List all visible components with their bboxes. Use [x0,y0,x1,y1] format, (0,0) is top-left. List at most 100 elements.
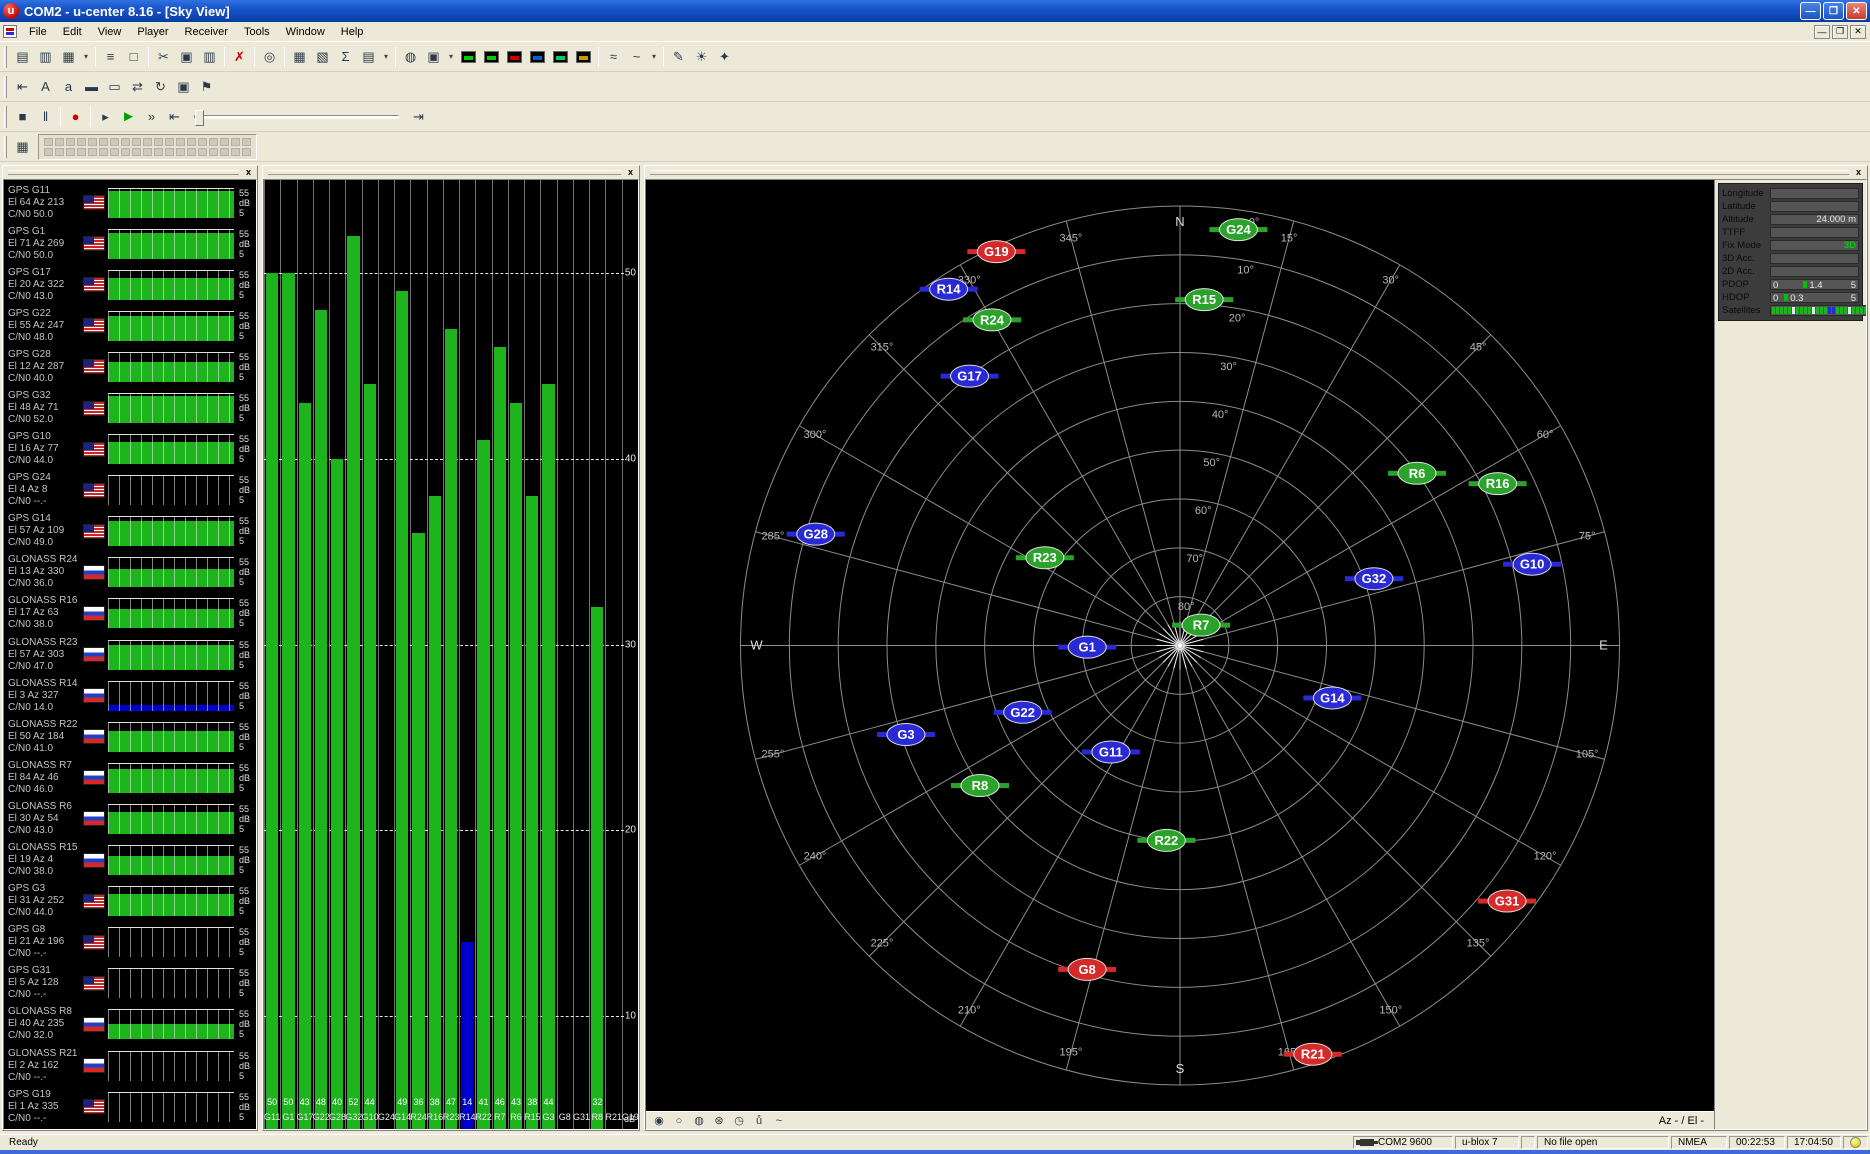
close-panel-icon[interactable]: x [1852,167,1865,179]
cn0-history-fill [108,645,234,669]
packet-console-icon[interactable]: ▧ [311,45,334,68]
mdi-minimize-button[interactable]: — [1814,25,1830,39]
menu-receiver[interactable]: Receiver [177,23,236,41]
satellite-marker-G19: G19 [967,241,1025,263]
sky-units-toggle[interactable]: ů [750,1113,768,1129]
signal-dropdown[interactable]: ▾ [648,45,660,68]
toolbar-grip[interactable] [4,136,7,158]
histogram-bar [331,459,343,1129]
save-dropdown[interactable]: ▾ [80,45,92,68]
toolbar-grip[interactable] [4,46,7,68]
console-green2-icon[interactable] [480,45,503,68]
menu-player[interactable]: Player [129,23,176,41]
toolbar-grip[interactable] [4,106,7,128]
marker-flag-icon[interactable]: ⚑ [195,75,218,98]
svg-text:R22: R22 [1154,833,1178,848]
font-large-icon[interactable]: A [34,75,57,98]
paste-icon[interactable]: ▥ [198,45,221,68]
info-label: Longitude [1722,188,1768,199]
console-teal-icon[interactable] [549,45,572,68]
info-value [1770,266,1859,277]
scale-bottom: 5 [239,249,256,259]
save-icon[interactable]: ▦ [57,45,80,68]
copy-icon[interactable]: ▣ [175,45,198,68]
cut-icon[interactable]: ✂ [152,45,175,68]
mdi-close-button[interactable]: ✕ [1850,25,1866,39]
camera-view-icon[interactable]: ▣ [422,45,445,68]
sky-points-toggle[interactable]: ⊛ [710,1113,728,1129]
close-panel-icon[interactable]: x [242,167,255,179]
menu-tools[interactable]: Tools [236,23,278,41]
frame-style-icon[interactable]: ▭ [103,75,126,98]
svg-text:R23: R23 [1033,550,1057,565]
step-button[interactable]: ▸ [94,105,117,128]
find-icon[interactable]: ◎ [258,45,281,68]
dock-left-icon[interactable]: ⇤ [11,75,34,98]
new-file-icon[interactable]: ▤ [11,45,34,68]
row-db-scale: 55dB5 [236,352,256,382]
sky-orbit-toggle[interactable]: ◉ [650,1113,668,1129]
header-groove[interactable] [650,170,1849,175]
stop-button[interactable]: ■ [11,105,34,128]
grid-toggle-icon[interactable]: ▣ [172,75,195,98]
mdi-child-icon[interactable] [3,25,17,38]
statistics-view-icon[interactable]: Σ [334,45,357,68]
mdi-restore-button[interactable]: ❐ [1832,25,1848,39]
chart-dropdown[interactable]: ▾ [445,45,457,68]
playback-slider-thumb[interactable] [195,110,204,126]
bar-style-icon[interactable]: ▬ [80,75,103,98]
table-view-icon[interactable]: ▦ [288,45,311,68]
close-panel-icon[interactable]: x [624,167,637,179]
open-file-icon[interactable]: ▥ [34,45,57,68]
refresh-icon[interactable]: ↻ [149,75,172,98]
dock-window-button[interactable]: ▦ [11,135,34,158]
view-dropdown[interactable]: ▾ [380,45,392,68]
sky-shade-toggle[interactable]: ◍ [690,1113,708,1129]
header-groove[interactable] [8,170,239,175]
satellite-row: GPS G10El 16 Az 77C/N0 44.055dB5 [8,429,256,470]
console-red-icon[interactable] [503,45,526,68]
scale-unit: dB [239,1061,256,1071]
map-view-icon[interactable]: ◍ [399,45,422,68]
console-green-icon[interactable] [457,45,480,68]
row-db-scale: 55dB5 [236,393,256,423]
header-groove[interactable] [268,170,621,175]
console-blue-icon[interactable] [526,45,549,68]
connection-icon[interactable]: ≈ [602,45,625,68]
sky-rings-toggle[interactable]: ○ [670,1113,688,1129]
menu-help[interactable]: Help [333,23,372,41]
satellite-cn0: C/N0 49.0 [8,537,80,549]
menu-file[interactable]: File [21,23,55,41]
dock-placeholder-cell [121,148,130,156]
row-db-scale: 55dB5 [236,557,256,587]
menu-view[interactable]: View [90,23,130,41]
fast-forward-button[interactable]: » [140,105,163,128]
font-small-icon[interactable]: a [57,75,80,98]
cn0-history-strip [108,311,234,341]
info-value: 3D [1770,240,1859,251]
sky-signal-toggle[interactable]: ~ [770,1113,788,1129]
pause-button[interactable]: ‖ [34,105,57,128]
console-amber-icon[interactable] [572,45,595,68]
restore-button[interactable]: ❐ [1823,2,1844,20]
clear-icon[interactable]: ✗ [228,45,251,68]
minimize-button[interactable]: — [1800,2,1821,20]
toolbar-grip[interactable] [4,76,7,98]
text-console-icon[interactable]: ▤ [357,45,380,68]
brightness-icon[interactable]: ☀ [690,45,713,68]
print-icon[interactable]: ≡ [99,45,122,68]
signal-wave-icon[interactable]: ~ [625,45,648,68]
jump-start-button[interactable]: ⇤ [163,105,186,128]
play-button[interactable]: ► [117,105,140,128]
record-button[interactable]: ● [64,105,87,128]
print-preview-icon[interactable]: □ [122,45,145,68]
menu-edit[interactable]: Edit [55,23,90,41]
swap-view-icon[interactable]: ⇄ [126,75,149,98]
close-button[interactable]: ✕ [1846,2,1867,20]
playback-slider[interactable] [194,115,399,119]
jump-end-button[interactable]: ⇥ [407,105,430,128]
tools-icon[interactable]: ✦ [713,45,736,68]
menu-window[interactable]: Window [278,23,333,41]
sky-time-toggle[interactable]: ◷ [730,1113,748,1129]
edit-config-icon[interactable]: ✎ [667,45,690,68]
